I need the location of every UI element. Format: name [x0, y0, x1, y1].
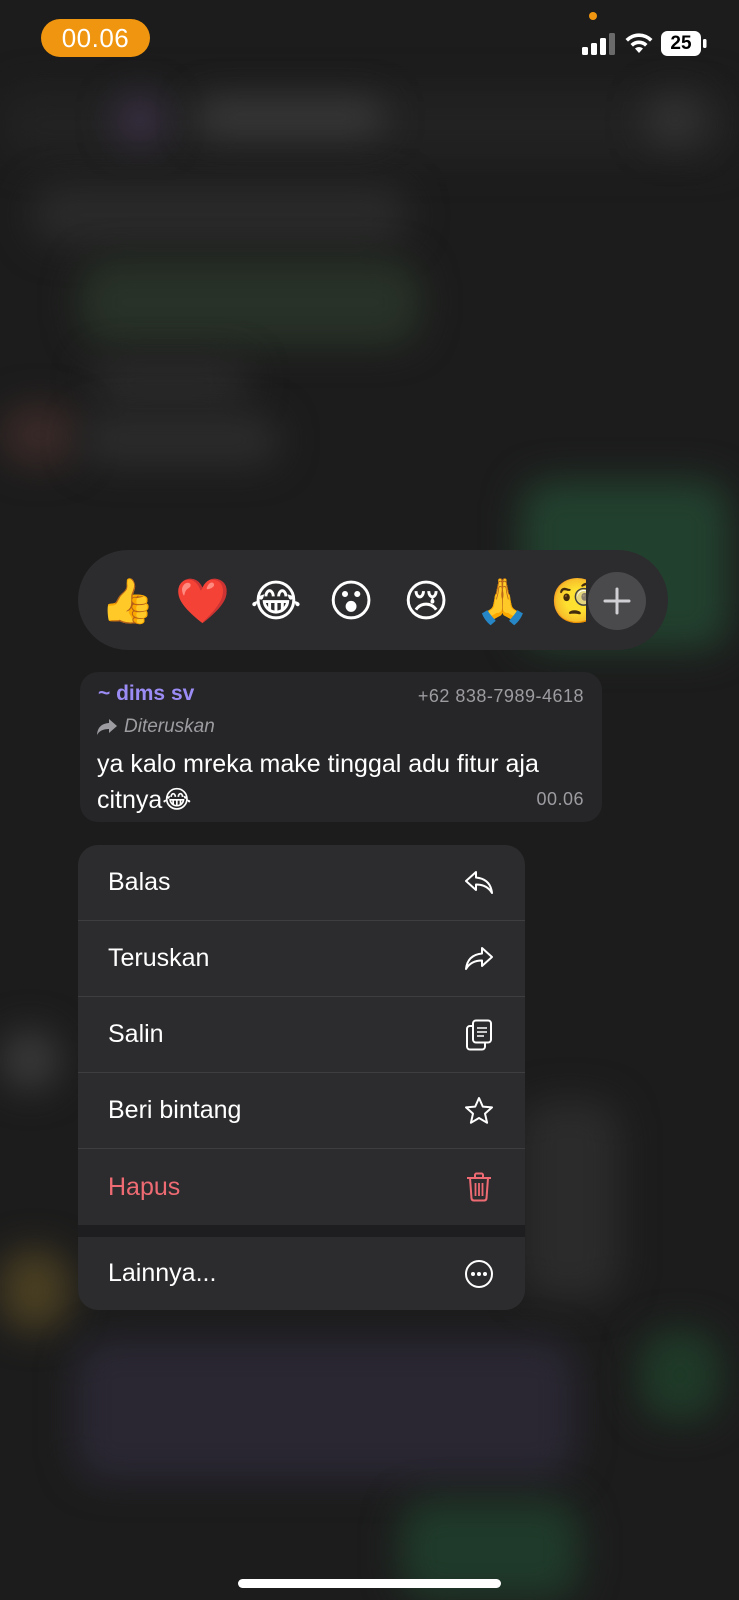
menu-item-label: Hapus [108, 1172, 181, 1201]
reaction-monocle[interactable]: 🧐 [550, 576, 586, 628]
sender-name[interactable]: ~ dims sv [98, 682, 194, 706]
battery-level: 25 [670, 32, 692, 54]
menu-item-more[interactable]: Lainnya... [78, 1237, 525, 1310]
copy-icon [463, 1019, 495, 1051]
reaction-praying-hands[interactable]: 🙏 [475, 576, 530, 628]
message-text: ya kalo mreka make tinggal adu fitur aja… [97, 750, 539, 814]
reaction-surprised[interactable]: 😮 [325, 576, 377, 628]
trash-icon [463, 1171, 495, 1203]
menu-item-label: Salin [108, 1020, 164, 1048]
home-indicator[interactable] [238, 1579, 501, 1588]
recording-indicator-dot [589, 12, 597, 20]
menu-item-label: Beri bintang [108, 1096, 242, 1124]
sender-phone: +62 838-7989-4618 [417, 686, 584, 706]
message-bubble[interactable]: ~ dims sv +62 838-7989-4618 Diteruskan y… [80, 672, 602, 822]
menu-item-copy[interactable]: Salin [78, 997, 525, 1073]
forward-icon [463, 943, 495, 975]
menu-item-label: Lainnya... [108, 1259, 217, 1287]
menu-item-reply[interactable]: Balas [78, 845, 525, 921]
reaction-thumbs-up[interactable]: 👍 [100, 576, 155, 628]
forwarded-arrow-icon [97, 719, 117, 735]
forwarded-label: Diteruskan [96, 716, 215, 738]
reaction-heart[interactable]: ❤️ [175, 576, 230, 628]
message-time: 00.06 [536, 789, 584, 809]
menu-item-delete[interactable]: Hapus [78, 1149, 525, 1225]
plus-icon [603, 587, 631, 615]
message-context-menu: Balas Teruskan Salin Beri bintang Hapus … [78, 845, 525, 1310]
reaction-laughing[interactable]: 😂 [250, 576, 302, 628]
menu-item-forward[interactable]: Teruskan [78, 921, 525, 997]
wifi-icon [625, 33, 653, 53]
reply-icon [463, 867, 495, 899]
menu-group-separator [78, 1225, 525, 1237]
status-time: 00.06 [41, 19, 150, 57]
more-icon [463, 1258, 495, 1290]
more-reactions-button[interactable] [588, 572, 646, 630]
menu-item-label: Balas [108, 868, 171, 896]
star-icon [463, 1095, 495, 1127]
battery-icon: 25 [661, 31, 707, 56]
menu-item-label: Teruskan [108, 944, 210, 972]
cellular-signal-icon [582, 33, 615, 55]
reaction-bar: 👍 ❤️ 😂 😮 😢 🙏 🧐 [78, 550, 668, 650]
forwarded-text: Diteruskan [124, 716, 215, 737]
menu-item-star[interactable]: Beri bintang [78, 1073, 525, 1149]
reaction-crying[interactable]: 😢 [400, 576, 452, 628]
